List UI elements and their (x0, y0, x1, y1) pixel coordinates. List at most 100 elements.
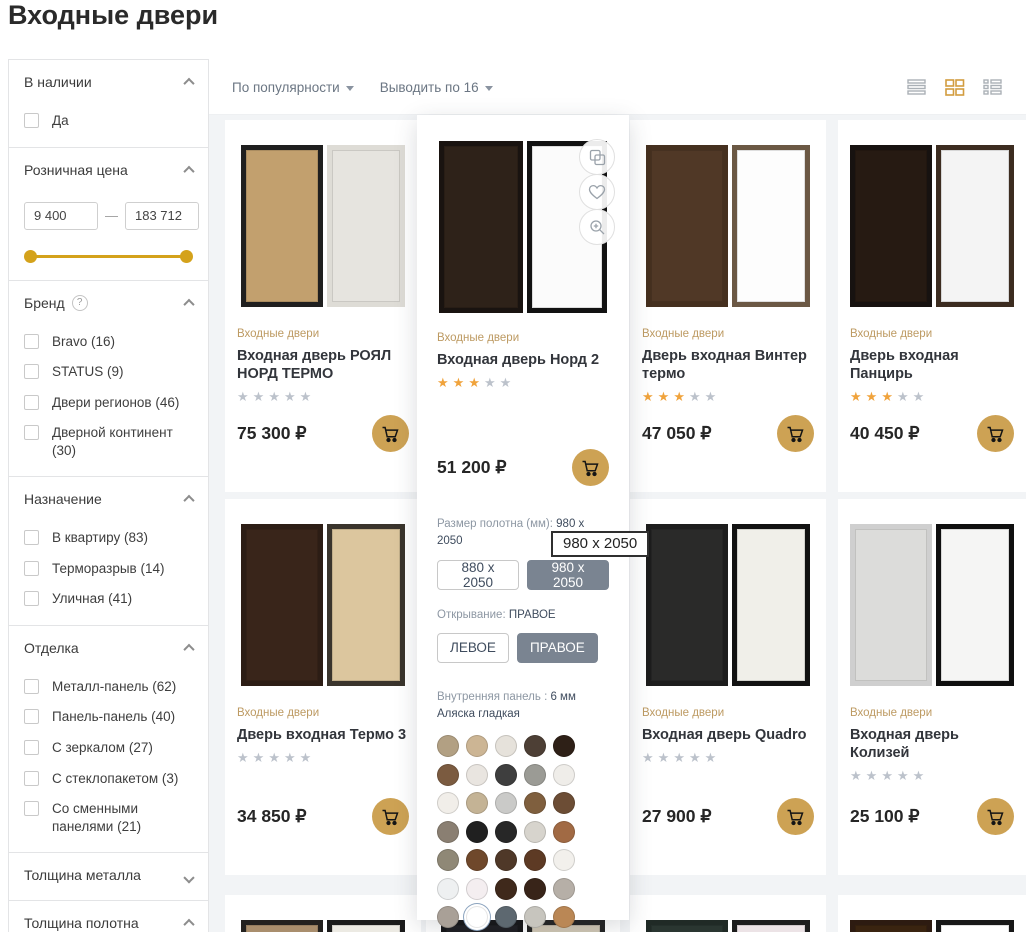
checkbox[interactable] (24, 771, 39, 786)
checkbox[interactable] (24, 530, 39, 545)
filter-option[interactable]: Уличная (41) (24, 590, 193, 608)
per-page-dropdown[interactable]: Выводить по 16 (380, 80, 493, 95)
checkbox[interactable] (24, 334, 39, 349)
filter-option[interactable]: Панель-панель (40) (24, 708, 193, 726)
panel-color-swatch[interactable] (553, 792, 575, 814)
sort-dropdown[interactable]: По популярности (232, 80, 354, 95)
panel-color-swatch[interactable] (437, 849, 459, 871)
panel-color-swatch[interactable] (553, 821, 575, 843)
panel-color-swatch[interactable] (466, 906, 488, 928)
price-range-slider[interactable] (24, 250, 193, 263)
filter-header-metal-thickness[interactable]: Толщина металла (24, 867, 193, 883)
checkbox[interactable] (24, 709, 39, 724)
panel-color-swatch[interactable] (437, 735, 459, 757)
panel-color-swatch[interactable] (495, 906, 517, 928)
checkbox[interactable] (24, 364, 39, 379)
filter-option[interactable]: Дверной континент (30) (24, 424, 193, 459)
panel-color-swatch[interactable] (466, 735, 488, 757)
question-icon[interactable]: ? (72, 295, 88, 311)
product-card[interactable] (630, 895, 826, 932)
filter-option[interactable]: Bravo (16) (24, 333, 193, 351)
product-title[interactable]: Входная дверь РОЯЛ НОРД ТЕРМО (237, 347, 409, 383)
slider-handle-max[interactable] (180, 250, 193, 263)
panel-color-swatch[interactable] (495, 849, 517, 871)
product-card[interactable]: Входные двери Входная дверь РОЯЛ НОРД ТЕ… (225, 120, 421, 492)
panel-color-swatch[interactable] (466, 764, 488, 786)
category-link[interactable]: Входные двери (850, 328, 1014, 340)
filter-header-leaf-thickness[interactable]: Толщина полотна (24, 915, 193, 931)
product-title[interactable]: Дверь входная Винтер термо (642, 347, 814, 383)
product-title[interactable]: Входная дверь Quadro (642, 726, 814, 744)
product-card[interactable]: Входные двери Входная дверь Колизей ★★★★… (838, 499, 1026, 875)
table-view-icon[interactable] (982, 78, 1004, 96)
add-to-cart-button[interactable] (777, 415, 814, 452)
checkbox[interactable] (24, 740, 39, 755)
panel-color-swatch[interactable] (437, 906, 459, 928)
list-view-icon[interactable] (906, 78, 928, 96)
panel-color-swatch[interactable] (524, 735, 546, 757)
filter-header-brand[interactable]: Бренд ? (24, 295, 193, 311)
product-card[interactable]: Входные двери Входная дверь Quadro ★★★★★… (630, 499, 826, 875)
checkbox[interactable] (24, 113, 39, 128)
category-link[interactable]: Входные двери (642, 707, 814, 719)
checkbox[interactable] (24, 561, 39, 576)
slider-handle-min[interactable] (24, 250, 37, 263)
filter-option[interactable]: С зеркалом (27) (24, 739, 193, 757)
filter-option[interactable]: Терморазрыв (14) (24, 560, 193, 578)
add-to-cart-button[interactable] (977, 798, 1014, 835)
compare-button[interactable] (579, 139, 615, 175)
panel-color-swatch[interactable] (495, 821, 517, 843)
add-to-cart-button[interactable] (372, 415, 409, 452)
panel-color-swatch[interactable] (553, 906, 575, 928)
filter-header-finish[interactable]: Отделка (24, 640, 193, 656)
product-card[interactable]: Входные двери Дверь входная Панцирь ★★★★… (838, 120, 1026, 492)
panel-color-swatch[interactable] (495, 764, 517, 786)
size-option-button-selected[interactable]: 980 x 2050 (527, 560, 609, 590)
filter-header-purpose[interactable]: Назначение (24, 491, 193, 507)
panel-color-swatch[interactable] (466, 792, 488, 814)
panel-color-swatch[interactable] (495, 735, 517, 757)
panel-color-swatch[interactable] (524, 906, 546, 928)
price-max-input[interactable] (125, 202, 199, 230)
opening-option-button-selected[interactable]: ПРАВОЕ (517, 633, 598, 663)
category-link[interactable]: Входные двери (237, 707, 409, 719)
product-card-expanded[interactable]: Входные двери Входная дверь Норд 2 ★★★★★… (417, 115, 629, 920)
panel-color-swatch[interactable] (495, 792, 517, 814)
favorite-button[interactable] (579, 174, 615, 210)
panel-color-swatch[interactable] (524, 878, 546, 900)
add-to-cart-button[interactable] (572, 449, 609, 486)
panel-color-swatch[interactable] (524, 821, 546, 843)
filter-option[interactable]: Двери регионов (46) (24, 394, 193, 412)
category-link[interactable]: Входные двери (850, 707, 1014, 719)
panel-color-swatch[interactable] (524, 849, 546, 871)
filter-option-yes[interactable]: Да (24, 112, 193, 130)
filter-header-availability[interactable]: В наличии (24, 74, 193, 90)
grid-view-icon[interactable] (944, 78, 966, 96)
filter-option[interactable]: С стеклопакетом (3) (24, 770, 193, 788)
zoom-in-button[interactable] (579, 209, 615, 245)
filter-option[interactable]: В квартиру (83) (24, 529, 193, 547)
product-card[interactable] (838, 895, 1026, 932)
product-card[interactable] (225, 895, 421, 932)
checkbox[interactable] (24, 591, 39, 606)
product-title[interactable]: Дверь входная Термо 3 (237, 726, 409, 744)
product-card[interactable]: Входные двери Дверь входная Термо 3 ★★★★… (225, 499, 421, 875)
panel-color-swatch[interactable] (495, 878, 517, 900)
size-option-button[interactable]: 880 x 2050 (437, 560, 519, 590)
filter-option[interactable]: Металл-панель (62) (24, 678, 193, 696)
panel-color-swatch[interactable] (524, 764, 546, 786)
add-to-cart-button[interactable] (777, 798, 814, 835)
panel-color-swatch[interactable] (437, 792, 459, 814)
panel-color-swatch[interactable] (437, 821, 459, 843)
filter-header-price[interactable]: Розничная цена (24, 162, 193, 178)
add-to-cart-button[interactable] (977, 415, 1014, 452)
opening-option-button[interactable]: ЛЕВОЕ (437, 633, 509, 663)
checkbox[interactable] (24, 801, 39, 816)
panel-color-swatch[interactable] (553, 735, 575, 757)
panel-color-swatch[interactable] (524, 792, 546, 814)
panel-color-swatch[interactable] (553, 849, 575, 871)
add-to-cart-button[interactable] (372, 798, 409, 835)
panel-color-swatch[interactable] (466, 849, 488, 871)
product-title[interactable]: Входная дверь Колизей (850, 726, 1014, 762)
checkbox[interactable] (24, 679, 39, 694)
